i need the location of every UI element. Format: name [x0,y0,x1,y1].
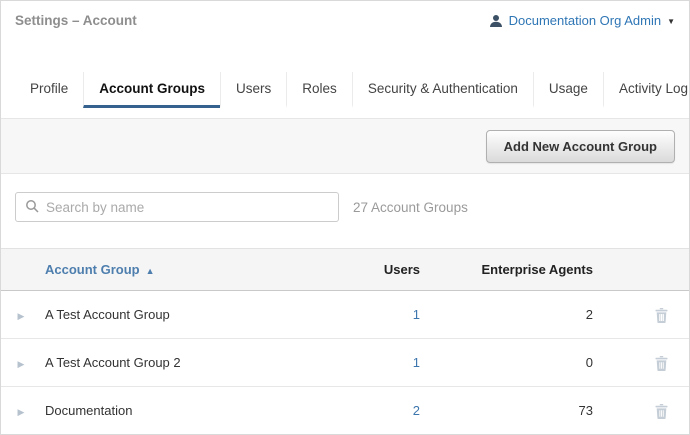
chevron-down-icon: ▼ [667,16,675,26]
account-group-name: A Test Account Group [41,307,373,322]
column-header-account-group[interactable]: Account Group▲ [41,262,373,277]
add-new-account-group-button[interactable]: Add New Account Group [486,130,675,163]
tab-bar: Profile Account Groups Users Roles Secur… [1,72,689,119]
settings-account-page: Settings – Account Documentation Org Adm… [0,0,690,435]
search-row: 27 Account Groups [1,174,689,222]
user-menu-label: Documentation Org Admin [509,13,661,28]
search-icon [25,199,39,216]
delete-account-group-button[interactable] [633,306,689,322]
toolbar-band: Add New Account Group [1,119,689,174]
user-icon [489,14,503,28]
tab-usage[interactable]: Usage [533,72,603,108]
table-row: ▶ Documentation 2 73 [1,387,689,435]
tab-account-groups[interactable]: Account Groups [83,72,220,108]
table-row: ▶ A Test Account Group 1 2 [1,291,689,339]
column-header-enterprise-agents[interactable]: Enterprise Agents [473,262,633,277]
users-count-link[interactable]: 1 [373,355,473,370]
enterprise-agents-count: 0 [473,355,633,370]
account-group-name: A Test Account Group 2 [41,355,373,370]
trash-icon [655,402,668,417]
enterprise-agents-count: 2 [473,307,633,322]
tab-security-authentication[interactable]: Security & Authentication [352,72,533,108]
delete-account-group-button[interactable] [633,402,689,418]
account-group-name: Documentation [41,403,373,418]
table-header-row: Account Group▲ Users Enterprise Agents [1,248,689,291]
users-count-link[interactable]: 1 [373,307,473,322]
tab-users[interactable]: Users [220,72,286,108]
chevron-right-icon: ▶ [18,359,25,369]
enterprise-agents-count: 73 [473,403,633,418]
users-count-link[interactable]: 2 [373,403,473,418]
column-header-users[interactable]: Users [373,262,473,277]
search-box[interactable] [15,192,339,222]
chevron-right-icon: ▶ [18,407,25,417]
table-row: ▶ A Test Account Group 2 1 0 [1,339,689,387]
account-groups-table: Account Group▲ Users Enterprise Agents ▶… [1,248,689,435]
delete-account-group-button[interactable] [633,354,689,370]
account-groups-count: 27 Account Groups [353,200,468,215]
search-input[interactable] [46,200,329,215]
tab-activity-log[interactable]: Activity Log [603,72,690,108]
row-expand-button[interactable]: ▶ [1,403,41,418]
row-expand-button[interactable]: ▶ [1,355,41,370]
chevron-right-icon: ▶ [18,311,25,321]
trash-icon [655,306,668,321]
sort-asc-icon: ▲ [146,266,155,276]
tab-roles[interactable]: Roles [286,72,352,108]
tab-profile[interactable]: Profile [15,72,83,108]
top-bar: Settings – Account Documentation Org Adm… [1,1,689,41]
row-expand-button[interactable]: ▶ [1,307,41,322]
trash-icon [655,354,668,369]
page-title: Settings – Account [15,13,137,28]
user-menu[interactable]: Documentation Org Admin ▼ [489,13,675,28]
